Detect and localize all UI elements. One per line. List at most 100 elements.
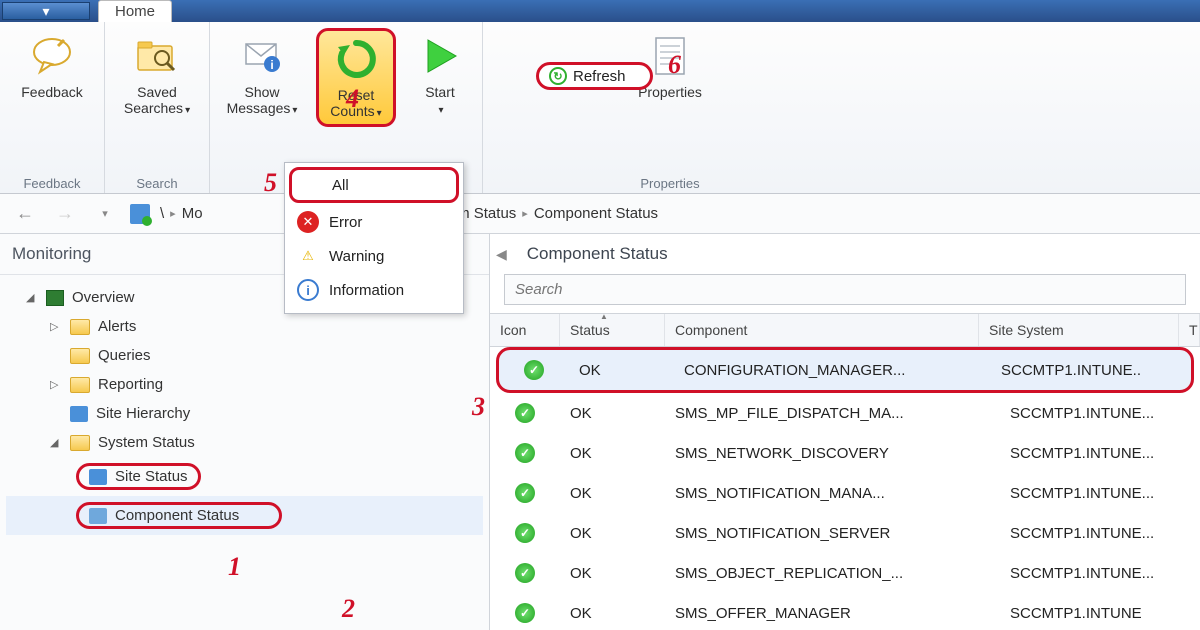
crumb-root: \ (160, 205, 164, 222)
table-row[interactable]: ✓OKSMS_NETWORK_DISCOVERYSCCMTP1.INTUNE..… (490, 433, 1200, 473)
tree-queries[interactable]: Queries (6, 341, 483, 370)
tree-alerts[interactable]: ▷ Alerts (6, 312, 483, 341)
component-status-icon (89, 508, 107, 524)
folder-search-icon (133, 32, 181, 80)
tree-queries-label: Queries (98, 347, 151, 364)
collapse-icon[interactable]: ◢ (26, 291, 38, 304)
menu-item-information[interactable]: i Information (285, 273, 463, 307)
ribbon: Feedback Feedback Saved Searches▾ Search… (0, 22, 1200, 194)
refresh-button[interactable]: ↻ Refresh (536, 62, 653, 90)
col-status[interactable]: Status (560, 314, 665, 346)
title-bar: ▾ Home (0, 0, 1200, 22)
information-icon: i (297, 279, 319, 301)
feedback-label: Feedback (21, 84, 82, 100)
ok-status-icon: ✓ (515, 563, 535, 583)
expand-icon[interactable]: ▷ (50, 378, 62, 391)
menu-item-all-label: All (332, 177, 349, 194)
reset-counts-menu: All ✕ Error ⚠ Warning i Information (284, 162, 464, 314)
hierarchy-icon (70, 406, 88, 422)
nav-forward-button[interactable]: → (50, 201, 80, 227)
folder-search-icon (70, 348, 90, 364)
col-component[interactable]: Component (665, 314, 979, 346)
show-messages-button[interactable]: i Show Messages▾ (222, 28, 302, 121)
row-icon-cell: ✓ (490, 437, 560, 469)
table-row[interactable]: ✓OKSMS_OBJECT_REPLICATION_...SCCMTP1.INT… (490, 553, 1200, 593)
nav-back-button[interactable]: ← (10, 201, 40, 227)
tree-alerts-label: Alerts (98, 318, 136, 335)
table-row[interactable]: ✓OKSMS_NOTIFICATION_SERVERSCCMTP1.INTUNE… (490, 513, 1200, 553)
menu-item-error[interactable]: ✕ Error (285, 205, 463, 239)
main-split: Monitoring ◢ Overview ▷ Alerts Queries ▷… (0, 234, 1200, 630)
table-row[interactable]: ✓OKCONFIGURATION_MANAGER...SCCMTP1.INTUN… (496, 347, 1194, 393)
row-status-cell: OK (560, 519, 665, 548)
row-site-cell: SCCMTP1.INTUNE... (1000, 559, 1200, 588)
row-site-cell: SCCMTP1.INTUNE... (1000, 479, 1200, 508)
collapse-content-icon[interactable]: ◀ (490, 238, 513, 271)
tree-site-status-label: Site Status (115, 468, 188, 485)
nav-tree: ◢ Overview ▷ Alerts Queries ▷ Reporting (0, 275, 489, 543)
nav-dropdown-button[interactable]: ▾ (90, 201, 120, 227)
row-icon-cell: ✓ (490, 597, 560, 629)
start-button[interactable]: Start▾ (410, 28, 470, 121)
table-row[interactable]: ✓OKSMS_OFFER_MANAGERSCCMTP1.INTUNE (490, 593, 1200, 630)
ribbon-group-properties: Properties Properties (613, 22, 727, 193)
row-component-cell: SMS_NOTIFICATION_MANA... (665, 479, 1000, 508)
system-menu-button[interactable]: ▾ (2, 2, 90, 20)
show-messages-label: Show Messages▾ (227, 84, 298, 117)
envelope-info-icon: i (238, 32, 286, 80)
tree-system-status[interactable]: ◢ System Status (6, 428, 483, 457)
play-icon (416, 32, 464, 80)
menu-item-all[interactable]: All (289, 167, 459, 203)
warning-icon: ⚠ (297, 245, 319, 267)
row-icon-cell: ✓ (490, 397, 560, 429)
tree-system-status-label: System Status (98, 434, 195, 451)
row-site-cell: SCCMTP1.INTUNE (1000, 599, 1200, 628)
search-input[interactable] (504, 274, 1186, 305)
row-site-cell: SCCMTP1.INTUNE... (1000, 399, 1200, 428)
col-t[interactable]: T (1179, 314, 1200, 346)
folder-icon (70, 377, 90, 393)
row-component-cell: SMS_OBJECT_REPLICATION_... (665, 559, 1000, 588)
tree-site-hierarchy-label: Site Hierarchy (96, 405, 190, 422)
row-component-cell: SMS_OFFER_MANAGER (665, 599, 1000, 628)
chevron-right-icon: ▸ (170, 207, 176, 220)
folder-icon (70, 319, 90, 335)
tree-site-hierarchy[interactable]: Site Hierarchy (6, 399, 483, 428)
saved-searches-button[interactable]: Saved Searches▾ (117, 28, 197, 121)
monitoring-icon (130, 204, 150, 224)
tree-reporting[interactable]: ▷ Reporting (6, 370, 483, 399)
tree-site-status[interactable]: Site Status (6, 457, 483, 496)
collapse-icon[interactable]: ◢ (50, 436, 62, 449)
expand-icon[interactable]: ▷ (50, 320, 62, 333)
refresh-circle-icon (332, 35, 380, 83)
properties-sheet-icon (646, 32, 694, 80)
row-icon-cell: ✓ (490, 557, 560, 589)
table-row[interactable]: ✓OKSMS_MP_FILE_DISPATCH_MA...SCCMTP1.INT… (490, 393, 1200, 433)
row-icon-cell: ✓ (490, 477, 560, 509)
tree-overview-label: Overview (72, 289, 135, 306)
saved-searches-label: Saved Searches▾ (124, 84, 190, 117)
tree-component-status[interactable]: Component Status (6, 496, 483, 535)
row-icon-cell: ✓ (499, 354, 569, 386)
row-site-cell: SCCMTP1.INTUNE... (1000, 519, 1200, 548)
group-label-search: Search (136, 172, 177, 191)
col-site-system[interactable]: Site System (979, 314, 1179, 346)
row-status-cell: OK (560, 479, 665, 508)
row-status-cell: OK (560, 399, 665, 428)
crumb-component-status[interactable]: Component Status (534, 205, 658, 222)
table-header: Icon Status Component Site System T (490, 313, 1200, 347)
reset-counts-button[interactable]: Reset Counts▾ (316, 28, 396, 127)
tree-component-status-label: Component Status (115, 507, 239, 524)
tab-home[interactable]: Home (98, 0, 172, 22)
ribbon-group-search: Saved Searches▾ Search (105, 22, 210, 193)
col-icon[interactable]: Icon (490, 314, 560, 346)
row-site-cell: SCCMTP1.INTUNE... (1000, 439, 1200, 468)
table-body: ✓OKCONFIGURATION_MANAGER...SCCMTP1.INTUN… (490, 347, 1200, 630)
content-pane: ◀ Component Status Icon Status Component… (490, 234, 1200, 630)
menu-item-warning[interactable]: ⚠ Warning (285, 239, 463, 273)
feedback-button[interactable]: Feedback (12, 28, 92, 104)
speech-bubble-icon (28, 32, 76, 80)
row-status-cell: OK (569, 356, 674, 385)
table-row[interactable]: ✓OKSMS_NOTIFICATION_MANA...SCCMTP1.INTUN… (490, 473, 1200, 513)
crumb-mo: Mo (182, 205, 203, 222)
